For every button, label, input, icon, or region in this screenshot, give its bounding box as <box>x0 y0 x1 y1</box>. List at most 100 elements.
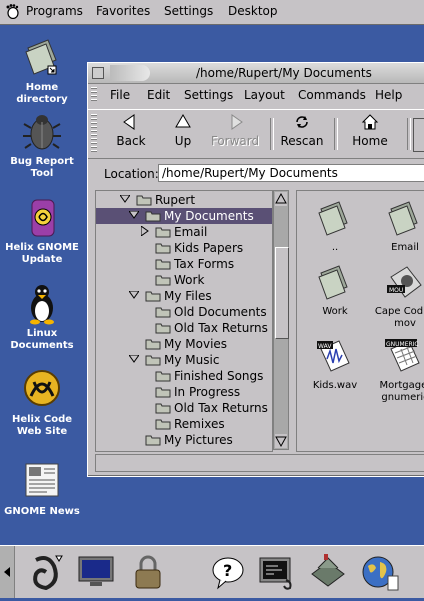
folder-icon <box>155 387 171 398</box>
desktop-icon-helix-update[interactable]: Helix GNOME Update <box>0 196 84 266</box>
folder-icon <box>155 259 171 270</box>
menu-settings[interactable]: Settings <box>164 4 213 18</box>
back-button[interactable]: Back <box>106 114 156 148</box>
status-bar <box>95 454 424 472</box>
folder-icon <box>155 243 171 254</box>
toolbar-separator <box>334 118 338 150</box>
tree-item-label: Old Tax Returns <box>174 401 268 415</box>
tree-item[interactable]: Kids Papers <box>96 240 272 256</box>
desktop-icon-helix-web-site[interactable]: Helix Code Web Site <box>0 368 84 438</box>
menu-edit[interactable]: Edit <box>147 88 170 102</box>
menu-programs[interactable]: Programs <box>26 4 83 18</box>
up-button[interactable]: Up <box>158 114 208 148</box>
home-folder-icon <box>25 39 57 75</box>
expander-collapsed-icon[interactable] <box>141 226 149 236</box>
desktop-icon-label: Helix Code Web Site <box>11 414 73 437</box>
toolbar-separator <box>407 118 411 150</box>
forward-button-label: Forward <box>210 134 260 148</box>
tree-item[interactable]: Remixes <box>96 416 272 432</box>
expander-expanded-icon[interactable] <box>120 195 130 203</box>
expander-expanded-icon[interactable] <box>129 355 139 363</box>
tree-item-label: My Movies <box>164 337 228 351</box>
panel-hide-button[interactable] <box>0 546 15 598</box>
tree-item[interactable]: My Movies <box>96 336 272 352</box>
web-browser-icon[interactable] <box>360 552 400 592</box>
location-input[interactable]: /home/Rupert/My Documents <box>158 164 424 182</box>
tree-item-label: My Documents <box>164 209 254 223</box>
toolbar-grip[interactable] <box>91 114 97 154</box>
help-icon[interactable]: ? <box>208 552 248 592</box>
arrow-left-small-icon <box>4 567 10 577</box>
rescan-button[interactable]: Rescan <box>277 114 327 148</box>
home-button[interactable]: Home <box>345 114 395 148</box>
terminal-icon[interactable] <box>258 552 298 592</box>
audio-file-icon: WAV <box>317 340 350 372</box>
tree-item[interactable]: My Pictures <box>96 432 272 448</box>
tree-item[interactable]: In Progress <box>96 384 272 400</box>
newspaper-icon <box>25 463 59 497</box>
file-manager-icon[interactable] <box>308 552 348 592</box>
menu-settings[interactable]: Settings <box>184 88 233 102</box>
toolbar-separator <box>270 118 274 150</box>
gnome-foot-icon[interactable] <box>4 3 20 19</box>
file-item-mortgage-gnumeric[interactable]: GNUMERIC Mortgage. gnumeric <box>369 337 424 404</box>
monitor-icon[interactable] <box>76 552 116 592</box>
folder-icon <box>318 265 348 300</box>
scroll-up-arrow-icon[interactable] <box>275 192 287 206</box>
menu-desktop[interactable]: Desktop <box>228 4 278 18</box>
file-item-kids-wav[interactable]: WAV Kids.wav <box>299 337 371 392</box>
menubar-grip[interactable] <box>91 87 97 103</box>
folder-icon <box>388 201 418 236</box>
folder-icon <box>155 227 171 238</box>
tree-item[interactable]: Work <box>96 272 272 288</box>
tree-item[interactable]: Email <box>96 224 272 240</box>
file-item-work[interactable]: Work <box>299 263 371 318</box>
menu-commands[interactable]: Commands <box>298 88 366 102</box>
menu-file[interactable]: File <box>110 88 130 102</box>
scrollbar-thumb[interactable] <box>275 247 289 339</box>
expander-expanded-icon[interactable] <box>129 211 139 219</box>
window-menu-button[interactable] <box>92 67 104 79</box>
expander-expanded-icon[interactable] <box>129 291 139 299</box>
folder-open-icon <box>145 211 161 222</box>
file-item-parent[interactable]: .. <box>299 199 371 254</box>
toolbar-overflow-button[interactable] <box>413 118 424 152</box>
file-item-email[interactable]: Email <box>369 199 424 254</box>
tree-item[interactable]: My Files <box>96 288 272 304</box>
desktop-icon-gnome-news[interactable]: GNOME News <box>0 460 84 518</box>
tree-item-label: Old Tax Returns <box>174 321 268 335</box>
location-label: Location: <box>104 167 159 181</box>
tree-item-label: Finished Songs <box>174 369 264 383</box>
file-item-cape-cod-movie[interactable]: MOU Cape Cod Tr mov <box>369 263 424 330</box>
tree-item[interactable]: Tax Forms <box>96 256 272 272</box>
tree-item-label: My Files <box>164 289 212 303</box>
tree-item-label: My Pictures <box>164 433 233 447</box>
tree-item[interactable]: Finished Songs <box>96 368 272 384</box>
desktop-icon-label: Home directory <box>16 82 68 105</box>
home-icon <box>361 114 379 130</box>
folder-icon <box>155 275 171 286</box>
tree-item[interactable]: Old Tax Returns <box>96 400 272 416</box>
tree-item-selected[interactable]: My Documents <box>96 208 272 224</box>
arrow-right-icon <box>231 114 243 130</box>
tree-item[interactable]: Old Tax Returns <box>96 320 272 336</box>
padlock-icon[interactable] <box>128 552 168 592</box>
tree-item[interactable]: Old Documents <box>96 304 272 320</box>
menu-layout[interactable]: Layout <box>244 88 285 102</box>
forward-button[interactable]: Forward <box>210 114 260 148</box>
desktop-icon-bug-report[interactable]: Bug Report Tool <box>0 110 84 180</box>
desktop-icon-home-directory[interactable]: Home directory <box>0 36 84 106</box>
tree-item[interactable]: Rupert <box>96 192 272 208</box>
tree-item-label: Work <box>174 273 205 287</box>
menu-favorites[interactable]: Favorites <box>96 4 150 18</box>
file-icon-view: .. Email Work MOU Cape Cod Tr mov <box>296 190 424 452</box>
scroll-down-arrow-icon[interactable] <box>275 434 287 448</box>
menu-help[interactable]: Help <box>375 88 402 102</box>
tree-item[interactable]: My Music <box>96 352 272 368</box>
top-panel: Programs Favorites Settings Desktop <box>0 0 424 25</box>
tree-vertical-scrollbar[interactable] <box>273 190 289 450</box>
window-titlebar[interactable]: /home/Rupert/My Documents <box>88 63 424 84</box>
folder-open-icon <box>145 355 161 366</box>
desktop-icon-linux-documents[interactable]: Linux Documents <box>0 282 84 352</box>
gnome-foot-icon[interactable] <box>26 552 66 592</box>
